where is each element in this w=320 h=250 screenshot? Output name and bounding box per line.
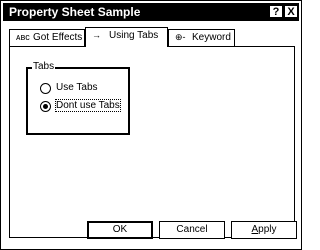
arrow-icon: → (92, 30, 101, 40)
radio-label: Use Tabs (56, 82, 98, 93)
tabs-groupbox: Tabs Use Tabs Dont use Tabs (26, 60, 130, 135)
tab-using-tabs[interactable]: → Using Tabs (85, 27, 168, 47)
dont-use-tabs-radio[interactable]: Dont use Tabs (40, 99, 121, 113)
close-button[interactable]: X (284, 5, 298, 18)
cancel-button[interactable]: Cancel (159, 221, 225, 239)
radio-label: Dont use Tabs (55, 99, 121, 112)
property-sheet-window: Property Sheet Sample ? X ᴀʙᴄ Got Effects… (0, 0, 302, 250)
window-title: Property Sheet Sample (9, 5, 141, 19)
radio-unchecked-icon (40, 82, 51, 94)
font-icon: ᴀʙᴄ (16, 32, 30, 42)
groupbox-title: Tabs (32, 60, 56, 74)
tab-label: Keyword (192, 32, 231, 43)
tab-page-using-tabs: Tabs Use Tabs Dont use Tabs (9, 46, 295, 238)
tab-label: Using Tabs (109, 30, 159, 41)
ok-button[interactable]: OK (87, 221, 153, 239)
tab-got-effects[interactable]: ᴀʙᴄ Got Effects (9, 29, 85, 46)
tab-keyword[interactable]: ⊕- Keyword (168, 29, 235, 46)
key-icon: ⊕- (175, 32, 186, 42)
apply-button[interactable]: Apply (231, 221, 297, 239)
tab-label: Got Effects (33, 32, 83, 43)
help-button[interactable]: ? (269, 5, 283, 18)
apply-label-rest: pply (258, 224, 277, 235)
title-bar[interactable]: Property Sheet Sample ? X (3, 3, 299, 21)
tab-strip: ᴀʙᴄ Got Effects → Using Tabs ⊕- Keyword (9, 27, 299, 47)
use-tabs-radio[interactable]: Use Tabs (40, 81, 98, 95)
radio-checked-icon (40, 100, 51, 112)
